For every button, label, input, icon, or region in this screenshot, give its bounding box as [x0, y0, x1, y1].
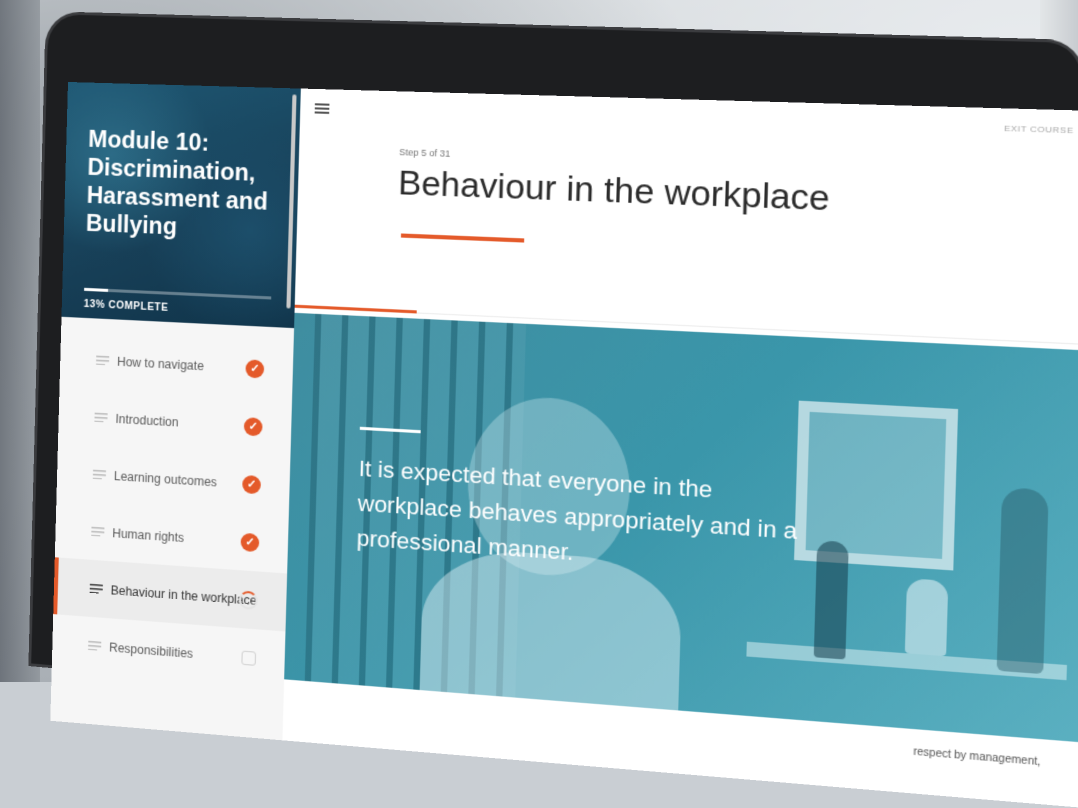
- exit-course-link[interactable]: EXIT COURSE: [1004, 124, 1074, 136]
- lesson-lines-icon: [88, 640, 102, 651]
- laptop-screen: Module 10: Discrimination, Harassment an…: [50, 82, 1078, 808]
- background-person-seated: [904, 578, 949, 657]
- nav-item-label: Introduction: [115, 411, 179, 430]
- nav-item-label: Human rights: [112, 525, 185, 545]
- lesson-lines-icon: [91, 526, 105, 537]
- module-header: Module 10: Discrimination, Harassment an…: [61, 82, 301, 329]
- nav-item-label: Behaviour in the workplace: [110, 582, 257, 608]
- empty-box-icon: [241, 650, 257, 666]
- lesson-content: EXIT COURSE Step 5 of 31 Behaviour in th…: [282, 88, 1078, 808]
- title-accent-bar: [400, 233, 525, 243]
- background-person-standing: [813, 540, 849, 660]
- module-progress-bar: [84, 287, 272, 300]
- module-progress-fill: [84, 287, 109, 292]
- lesson-lines-icon: [94, 412, 108, 423]
- nav-item-label: How to navigate: [116, 354, 205, 373]
- lesson-nav-list: How to navigate ✓ Introduction ✓ Learnin…: [52, 330, 294, 690]
- module-progress-label: 13% COMPLETE: [83, 298, 169, 314]
- check-icon: ✓: [245, 358, 265, 379]
- check-icon: ✓: [242, 474, 262, 494]
- lesson-lines-icon: [92, 469, 107, 480]
- hamburger-menu-icon[interactable]: [314, 103, 330, 114]
- module-title: Module 10: Discrimination, Harassment an…: [85, 125, 269, 240]
- step-indicator: Step 5 of 31: [399, 146, 451, 159]
- smiling-woman-body: [418, 545, 683, 743]
- background-person-walking: [996, 487, 1049, 675]
- check-icon: ✓: [243, 416, 263, 436]
- lesson-lines-icon: [89, 583, 103, 594]
- nav-item-label: Learning outcomes: [113, 468, 218, 490]
- course-sidebar: Module 10: Discrimination, Harassment an…: [50, 82, 302, 741]
- lesson-progress-bar: [294, 304, 417, 314]
- lesson-title: Behaviour in the workplace: [397, 163, 831, 218]
- body-text-fragment: respect by management,: [913, 746, 1041, 769]
- lesson-hero-image: It is expected that everyone in the work…: [284, 312, 1078, 743]
- laptop: Module 10: Discrimination, Harassment an…: [0, 0, 1078, 808]
- lesson-lines-icon: [95, 355, 110, 366]
- check-icon: ✓: [240, 532, 260, 552]
- nav-item-label: Responsibilities: [108, 639, 194, 661]
- office-window: [794, 400, 959, 571]
